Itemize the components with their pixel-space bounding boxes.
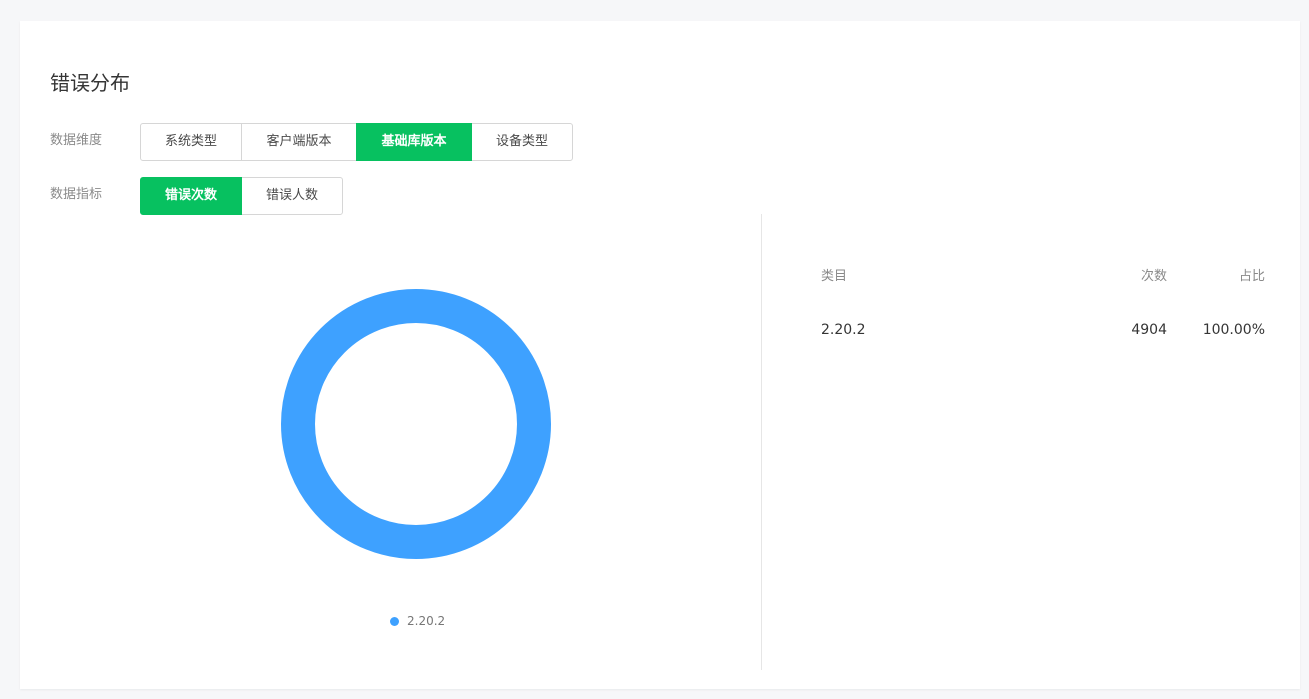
donut-chart bbox=[20, 214, 761, 670]
dimension-option-os-type[interactable]: 系统类型 bbox=[140, 123, 242, 161]
metric-option-error-count[interactable]: 错误次数 bbox=[140, 177, 242, 215]
error-distribution-card: 错误分布 数据维度 系统类型 客户端版本 基础库版本 设备类型 数据指标 错误次… bbox=[20, 21, 1300, 689]
dimension-filter-label: 数据维度 bbox=[50, 133, 103, 148]
column-header-percent: 占比 bbox=[1238, 268, 1265, 284]
page-title: 错误分布 bbox=[50, 71, 130, 95]
metric-button-group: 错误次数 错误人数 bbox=[140, 177, 343, 215]
cell-category: 2.20.2 bbox=[821, 322, 866, 338]
donut-chart-svg bbox=[281, 289, 551, 559]
column-header-category: 类目 bbox=[821, 268, 848, 284]
dimension-option-device-type[interactable]: 设备类型 bbox=[471, 123, 573, 161]
metric-option-error-users[interactable]: 错误人数 bbox=[241, 177, 343, 215]
table-row: 2.20.2 4904 100.00% bbox=[821, 307, 1265, 353]
table-header-row: 类目 次数 占比 bbox=[821, 261, 1265, 287]
legend-marker-icon bbox=[390, 616, 399, 626]
metric-filter-label: 数据指标 bbox=[50, 187, 103, 202]
dimension-option-base-library-version[interactable]: 基础库版本 bbox=[356, 123, 472, 161]
dimension-option-client-version[interactable]: 客户端版本 bbox=[241, 123, 357, 161]
panel-divider bbox=[761, 214, 762, 670]
legend-label: 2.20.2 bbox=[407, 614, 446, 628]
dimension-button-group: 系统类型 客户端版本 基础库版本 设备类型 bbox=[140, 123, 573, 161]
cell-count: 4904 bbox=[1131, 322, 1167, 338]
donut-slice-2.20.2[interactable] bbox=[281, 289, 551, 559]
distribution-table: 类目 次数 占比 2.20.2 4904 100.00% bbox=[821, 261, 1265, 353]
cell-percent: 100.00% bbox=[1202, 322, 1265, 338]
chart-legend[interactable]: 2.20.2 bbox=[390, 614, 445, 628]
column-header-count: 次数 bbox=[1140, 268, 1167, 284]
